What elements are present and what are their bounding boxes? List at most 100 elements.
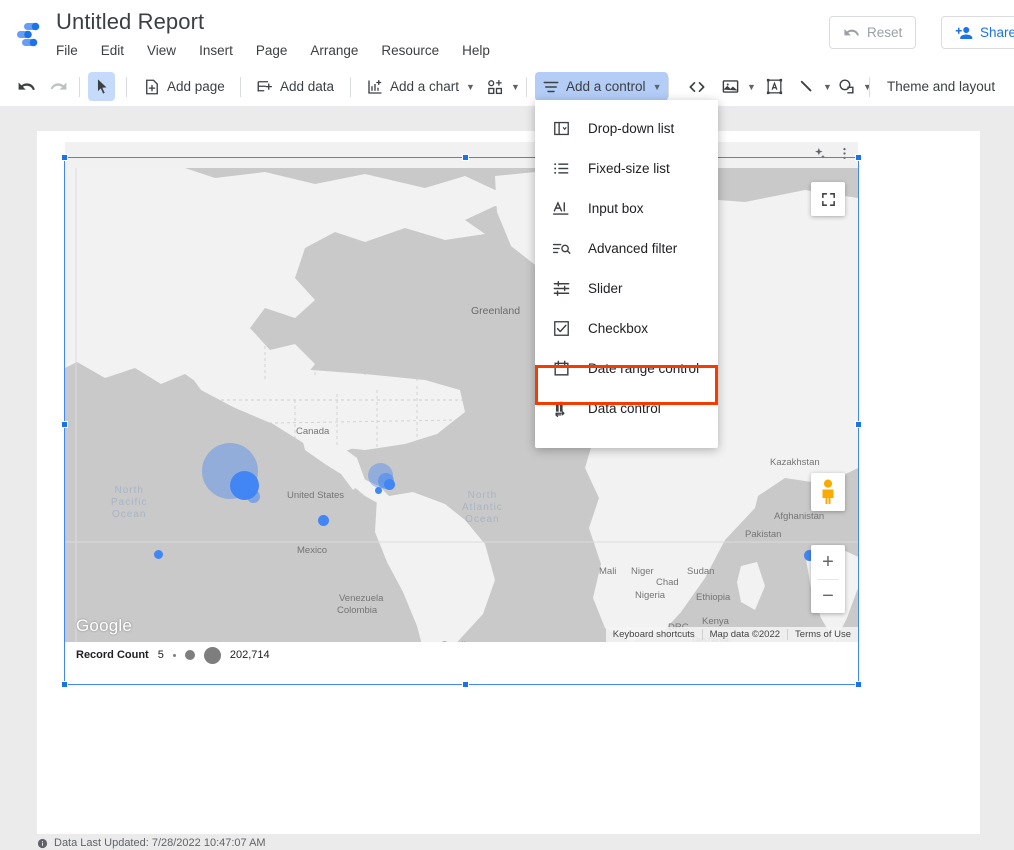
text-box-button[interactable] (758, 72, 791, 101)
toolbar-divider-7 (869, 77, 870, 97)
menu-insert[interactable]: Insert (199, 41, 245, 60)
toolbar-divider-6 (668, 77, 669, 97)
menu-item-label: Drop-down list (588, 120, 675, 136)
chevron-down-icon: ▼ (511, 81, 520, 92)
map-bubble[interactable] (153, 549, 163, 559)
menu-item-fixed-size-list[interactable]: Fixed-size list (535, 148, 718, 188)
menu-item-advanced-filter[interactable]: Advanced filter (535, 228, 718, 268)
menu-bar: File Edit View Insert Page Arrange Resou… (56, 41, 513, 60)
keyboard-shortcuts-link[interactable]: Keyboard shortcuts (606, 629, 702, 640)
redo-button[interactable] (42, 72, 75, 101)
toolbar-divider-5 (526, 77, 527, 97)
input-box-icon (551, 199, 571, 218)
menu-item-label: Date range control (588, 360, 700, 376)
map-attribution-bar: Keyboard shortcuts Map data ©2022 Terms … (605, 627, 858, 642)
shape-icon (837, 77, 856, 96)
menu-item-input-box[interactable]: Input box (535, 188, 718, 228)
embed-button[interactable] (680, 72, 714, 101)
resize-handle-s[interactable] (461, 681, 469, 688)
add-chart-button[interactable]: Add a chart ▼ (359, 72, 482, 101)
info-icon (37, 838, 48, 849)
map-viewport[interactable]: GreenlandIcelandRussiaCanadaKazakhstanMo… (65, 168, 858, 642)
share-button[interactable]: Share (941, 16, 1014, 49)
map-zoom-out-button[interactable]: − (811, 580, 845, 613)
menu-help[interactable]: Help (462, 41, 502, 60)
menu-item-label: Advanced filter (588, 240, 678, 256)
menu-arrange[interactable]: Arrange (310, 41, 370, 60)
select-tool-button[interactable] (88, 72, 115, 101)
map-bubble[interactable] (383, 478, 395, 490)
chart-header-bar (65, 142, 858, 168)
chevron-down-icon: ▼ (466, 81, 475, 92)
map-bubble[interactable] (374, 486, 382, 494)
report-page[interactable]: GreenlandIcelandRussiaCanadaKazakhstanMo… (37, 131, 980, 840)
reset-button[interactable]: Reset (829, 16, 917, 49)
menu-edit[interactable]: Edit (101, 41, 136, 60)
add-page-button[interactable]: Add page (136, 72, 232, 101)
map-bubble[interactable] (246, 489, 260, 503)
geo-map-chart[interactable]: GreenlandIcelandRussiaCanadaKazakhstanMo… (65, 142, 858, 668)
map-pegman-button[interactable] (811, 473, 845, 511)
add-data-button[interactable]: Add data (249, 72, 341, 101)
page-plus-icon (143, 78, 161, 96)
looker-studio-logo-icon (14, 22, 44, 48)
toolbar-divider-3 (240, 77, 241, 97)
undo-button[interactable] (10, 72, 43, 101)
map-zoom-controls[interactable]: + − (811, 545, 845, 613)
menu-item-data-control[interactable]: Data control (535, 388, 718, 428)
theme-label: Theme and layout (887, 79, 996, 94)
reset-label: Reset (867, 25, 903, 40)
menu-item-date-range-control[interactable]: Date range control (535, 348, 718, 388)
chart-legend: Record Count 5 202,714 (65, 642, 858, 668)
more-vertical-icon[interactable] (837, 146, 852, 161)
line-icon (797, 77, 816, 96)
legend-min-value: 5 (157, 649, 164, 661)
terms-of-use-link[interactable]: Terms of Use (787, 629, 858, 640)
resize-handle-se[interactable] (855, 681, 862, 688)
street-view-pegman-icon (818, 479, 838, 505)
calendar-icon (551, 359, 571, 378)
resize-handle-sw[interactable] (61, 681, 68, 688)
world-landmass (65, 168, 858, 642)
advanced-filter-icon (551, 239, 571, 258)
menu-page[interactable]: Page (256, 41, 300, 60)
image-icon (721, 77, 740, 96)
community-visualization-button[interactable]: ▼ (479, 72, 527, 101)
legend-dot-lg (203, 646, 221, 664)
map-data-text: Map data ©2022 (701, 629, 787, 640)
code-embed-icon (687, 77, 707, 97)
legend-dot-xs (172, 653, 176, 657)
chart-tools (812, 146, 852, 161)
toolbar-divider (79, 77, 80, 97)
theme-and-layout-button[interactable]: Theme and layout (880, 72, 1002, 101)
community-visualization-icon (486, 78, 504, 96)
menu-item-checkbox[interactable]: Checkbox (535, 308, 718, 348)
menu-item-label: Slider (588, 280, 623, 296)
google-watermark: Google (76, 616, 133, 635)
app-header: Untitled Report File Edit View Insert Pa… (0, 0, 1014, 66)
menu-item-drop-down-list[interactable]: Drop-down list (535, 108, 718, 148)
add-chart-label: Add a chart (390, 79, 460, 94)
cursor-arrow-icon (93, 78, 110, 95)
explore-sparkle-icon[interactable] (812, 146, 827, 161)
menu-item-slider[interactable]: Slider (535, 268, 718, 308)
map-zoom-in-button[interactable]: + (811, 546, 845, 579)
map-bubble[interactable] (317, 514, 329, 526)
menu-file[interactable]: File (56, 41, 90, 60)
report-canvas[interactable]: GreenlandIcelandRussiaCanadaKazakhstanMo… (0, 107, 1014, 850)
chevron-down-icon: ▼ (747, 81, 756, 92)
fullscreen-icon (820, 191, 837, 208)
undo-icon (17, 77, 36, 96)
map-fullscreen-button[interactable] (811, 182, 845, 216)
page-title[interactable]: Untitled Report (56, 9, 204, 35)
menu-resource[interactable]: Resource (381, 41, 451, 60)
menu-view[interactable]: View (147, 41, 188, 60)
add-control-menu[interactable]: Drop-down list Fixed-size list Input box (535, 100, 718, 448)
image-button[interactable]: ▼ (714, 72, 763, 101)
menu-item-label: Data control (588, 400, 661, 416)
add-control-button[interactable]: Add a control ▼ (535, 72, 669, 101)
text-box-icon (765, 77, 784, 96)
legend-dot-sm (184, 650, 195, 660)
shape-button[interactable]: ▼ (830, 72, 879, 101)
toolbar-divider-2 (126, 77, 127, 97)
